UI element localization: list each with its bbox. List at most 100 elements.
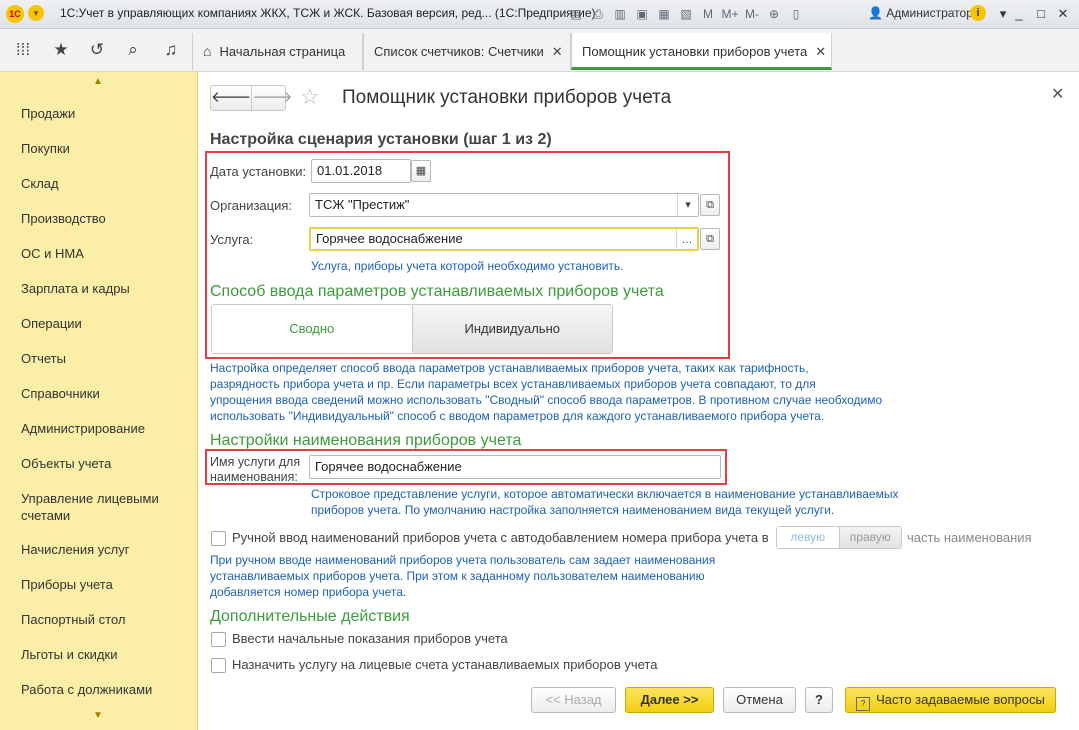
scroll-down-icon[interactable]: ▼	[93, 710, 103, 721]
title-bar: 1С ▾ 1С:Учет в управляющих компаниях ЖКХ…	[0, 0, 1079, 29]
chevron-down-icon[interactable]: ▾	[677, 194, 698, 216]
faq-button[interactable]: ? Часто задаваемые вопросы	[845, 687, 1056, 713]
user-icon: 👤	[868, 6, 883, 20]
manual-naming-suffix: часть наименования	[907, 530, 1032, 545]
service-hint: Услуга, приборы учета которой необходимо…	[311, 259, 624, 273]
user-name[interactable]: 👤 Администратор	[868, 6, 973, 20]
initial-readings-checkbox[interactable]	[211, 632, 226, 647]
sections-grid-icon[interactable]: ⁞⁞⁞	[12, 39, 34, 61]
window-title: 1С:Учет в управляющих компаниях ЖКХ, ТСЖ…	[60, 6, 596, 20]
favorite-star-icon[interactable]: ☆	[300, 84, 320, 110]
input-method-hint: Настройка определяет способ ввода параме…	[210, 361, 883, 423]
maximize-button[interactable]: □	[1030, 4, 1052, 24]
memory-minus-button[interactable]: M-	[742, 4, 762, 24]
toolbar-icons: ▤ ⎙ ▥ ▣ ▦ ▧ M M+ M- ⊕ ▯	[566, 4, 806, 24]
sidebar-item-passport-office[interactable]: Паспортный стол	[21, 611, 125, 628]
info-icon[interactable]: i	[970, 5, 986, 21]
back-arrow-icon[interactable]: 🡐	[211, 86, 251, 110]
save-icon[interactable]: ▣	[632, 4, 652, 24]
sidebar-item-catalogs[interactable]: Справочники	[21, 385, 100, 402]
form-title: Помощник установки приборов учета	[342, 87, 672, 108]
naming-heading: Настройки наименования приборов учета	[210, 432, 522, 449]
back-button[interactable]: << Назад	[531, 687, 616, 713]
favorites-star-icon[interactable]: ★	[50, 39, 72, 61]
help-button[interactable]: ?	[805, 687, 833, 713]
sidebar-item-debtors[interactable]: Работа с должниками	[21, 681, 152, 698]
organization-select[interactable]: ТСЖ "Престиж" ▾	[309, 193, 699, 217]
close-window-button[interactable]: ✕	[1052, 4, 1074, 24]
preview-icon[interactable]: ▥	[610, 4, 630, 24]
cancel-button[interactable]: Отмена	[723, 687, 796, 713]
print-icon[interactable]: ⎙	[588, 4, 608, 24]
service-input[interactable]: Горячее водоснабжение …	[309, 227, 699, 251]
sidebar-item-personal-accounts[interactable]: Управление лицевыми счетами	[21, 490, 181, 524]
zoom-icon[interactable]: ⊕	[764, 4, 784, 24]
app-logo: 1С	[6, 5, 24, 23]
option-left[interactable]: левую	[777, 527, 839, 548]
bell-icon[interactable]: ♫	[160, 39, 182, 61]
main-menu-icon[interactable]: ▾	[28, 5, 44, 21]
sidebar-item-meters[interactable]: Приборы учета	[21, 576, 113, 593]
manual-naming-checkbox[interactable]	[211, 531, 226, 546]
input-method-toggle: Сводно Индивидуально	[211, 304, 613, 354]
sidebar-item-payroll[interactable]: Зарплата и кадры	[21, 280, 130, 297]
assign-service-checkbox[interactable]	[211, 658, 226, 673]
naming-hint: Строковое представление услуги, которое …	[311, 487, 899, 517]
open-organization-icon[interactable]: ⧉	[700, 194, 720, 216]
initial-readings-label: Ввести начальные показания приборов учет…	[232, 631, 508, 646]
option-individual[interactable]: Индивидуально	[411, 305, 612, 353]
service-label: Услуга:	[210, 232, 254, 247]
history-icon[interactable]: ↺	[86, 39, 108, 61]
sidebar-item-fixed-assets[interactable]: ОС и НМА	[21, 245, 84, 262]
manual-naming-label: Ручной ввод наименований приборов учета …	[232, 530, 769, 545]
tab-install-wizard[interactable]: Помощник установки приборов учета ✕	[571, 33, 832, 70]
sidebar-item-accounting-objects[interactable]: Объекты учета	[21, 455, 111, 472]
forward-arrow-icon[interactable]: 🡒	[251, 86, 292, 110]
sidebar-item-reports[interactable]: Отчеты	[21, 350, 66, 367]
sidebar-item-purchases[interactable]: Покупки	[21, 140, 70, 157]
scroll-up-icon[interactable]: ▲	[93, 76, 103, 87]
input-method-heading: Способ ввода параметров устанавливаемых …	[210, 283, 664, 300]
organization-label: Организация:	[210, 198, 293, 213]
link-icon[interactable]: ▤	[566, 4, 586, 24]
close-icon[interactable]: ✕	[815, 44, 826, 59]
sidebar-item-production[interactable]: Производство	[21, 210, 106, 227]
number-position-toggle: левую правую	[776, 526, 902, 549]
close-icon[interactable]: ✕	[552, 44, 563, 59]
search-icon[interactable]: ⌕	[122, 39, 144, 61]
faq-icon: ?	[856, 697, 871, 711]
sidebar-item-warehouse[interactable]: Склад	[21, 175, 59, 192]
open-service-icon[interactable]: ⧉	[700, 228, 720, 250]
install-date-input[interactable]: 01.01.2018	[311, 159, 411, 183]
home-icon: ⌂	[203, 43, 212, 59]
panels-icon[interactable]: ▯	[786, 4, 806, 24]
install-date-label: Дата установки:	[210, 164, 307, 179]
tab-home[interactable]: ⌂ Начальная страница	[192, 33, 363, 70]
step-heading: Настройка сценария установки (шаг 1 из 2…	[210, 131, 552, 148]
next-button[interactable]: Далее >>	[625, 687, 714, 713]
tab-meters-list[interactable]: Список счетчиков: Счетчики ✕	[363, 33, 571, 70]
nav-bar: ⁞⁞⁞ ★ ↺ ⌕ ♫ ⌂ Начальная страница Список с…	[0, 29, 1079, 72]
sidebar-item-administration[interactable]: Администрирование	[21, 420, 145, 437]
sidebar: ▲ Продажи Покупки Склад Производство ОС …	[0, 72, 198, 730]
sidebar-item-benefits[interactable]: Льготы и скидки	[21, 646, 117, 663]
memory-m-button[interactable]: M	[698, 4, 718, 24]
calendar-icon[interactable]: ▦	[411, 160, 431, 182]
calendar-icon[interactable]: ▧	[676, 4, 696, 24]
option-summary[interactable]: Сводно	[212, 305, 412, 353]
naming-input[interactable]: Горячее водоснабжение	[309, 455, 721, 479]
minimize-button[interactable]: _	[1008, 4, 1030, 24]
sidebar-item-service-charges[interactable]: Начисления услуг	[21, 541, 129, 558]
history-nav: 🡐 🡒	[210, 85, 292, 111]
sidebar-item-sales[interactable]: Продажи	[21, 105, 75, 122]
select-ellipsis-icon[interactable]: …	[676, 229, 697, 251]
manual-naming-hint: При ручном вводе наименований приборов у…	[210, 553, 716, 599]
sidebar-item-operations[interactable]: Операции	[21, 315, 82, 332]
option-right[interactable]: правую	[838, 527, 901, 548]
memory-plus-button[interactable]: M+	[720, 4, 740, 24]
close-form-icon[interactable]: ✕	[1051, 84, 1064, 104]
naming-label: Имя услуги для наименования:	[210, 455, 301, 484]
calculator-icon[interactable]: ▦	[654, 4, 674, 24]
assign-service-label: Назначить услугу на лицевые счета устана…	[232, 657, 658, 672]
extra-actions-heading: Дополнительные действия	[210, 608, 410, 625]
